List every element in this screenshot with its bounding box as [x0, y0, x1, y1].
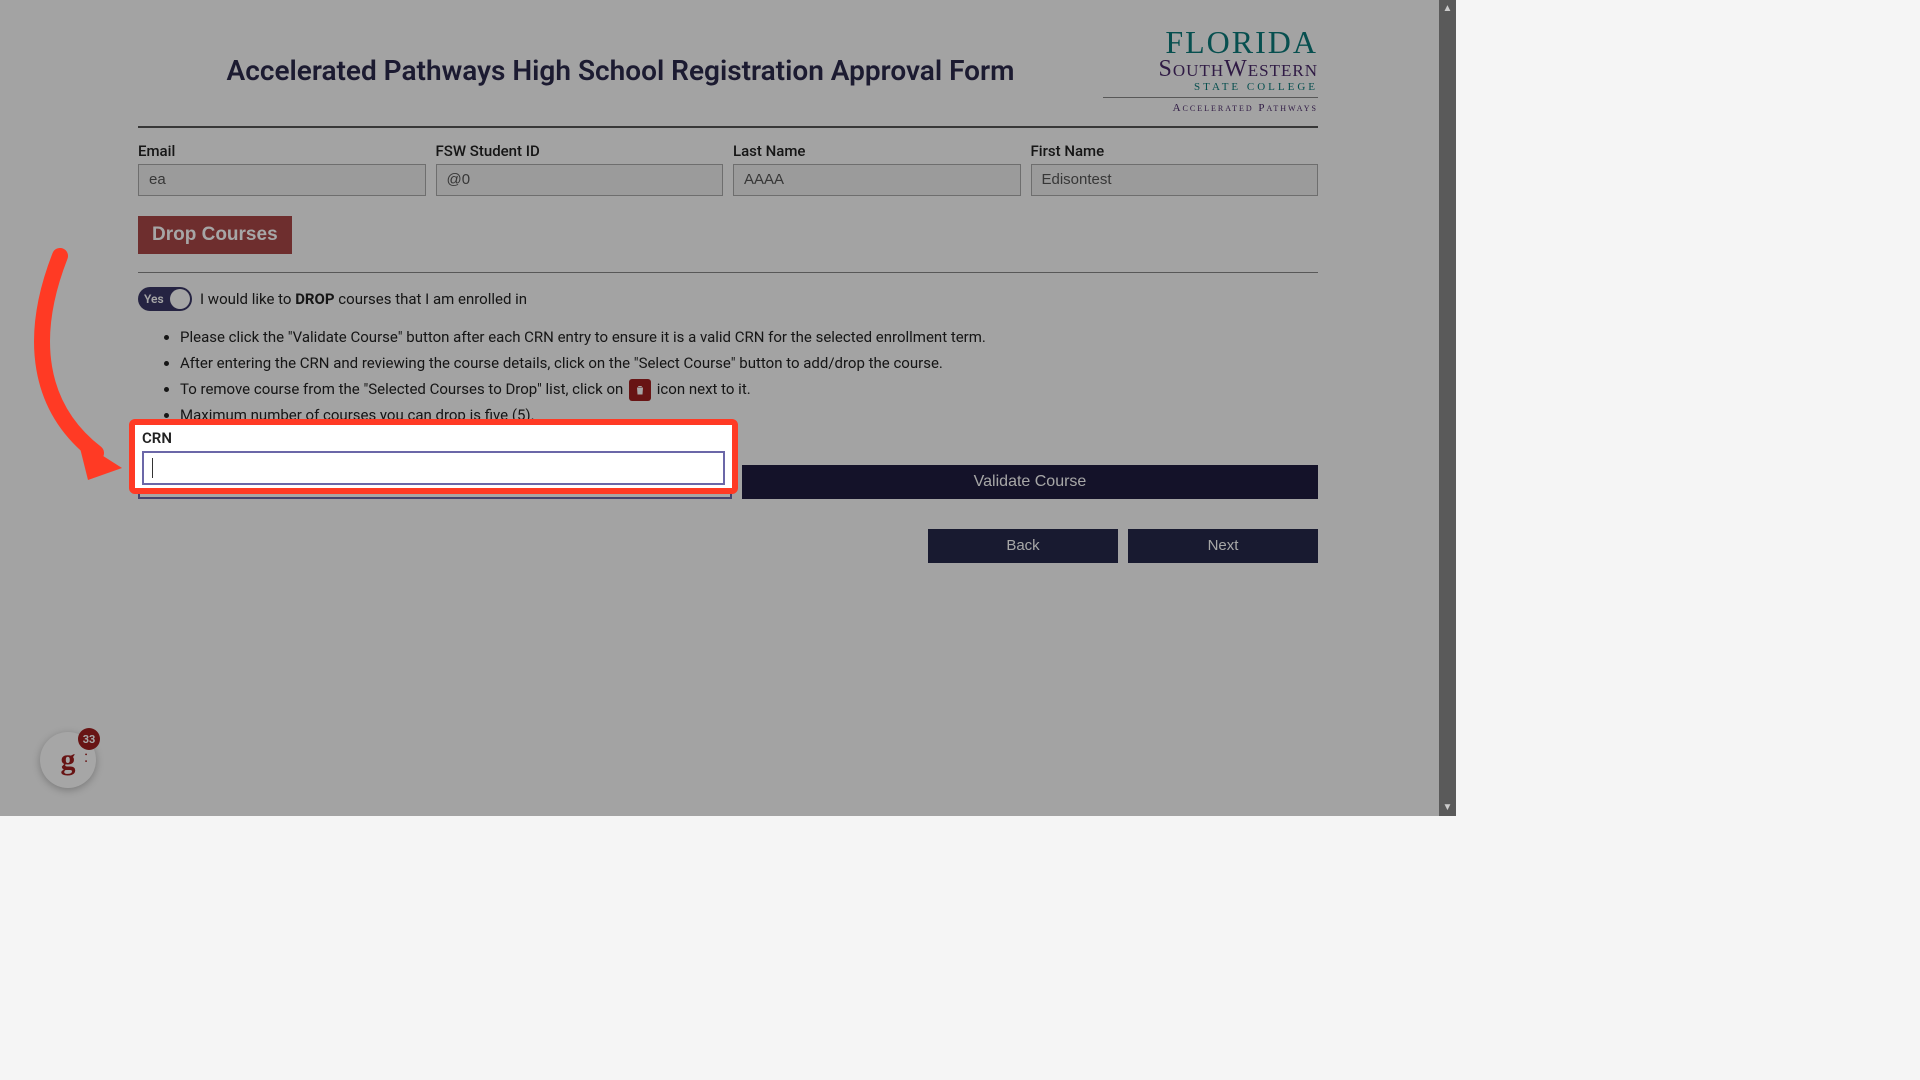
back-button[interactable]: Back — [928, 529, 1118, 563]
fsw-logo: FLORIDA SouthWestern STATE COLLEGE Accel… — [1103, 28, 1318, 114]
toggle-knob — [170, 289, 190, 309]
logo-line4: Accelerated Pathways — [1103, 97, 1318, 114]
student-id-field[interactable] — [436, 164, 724, 196]
drop-courses-button[interactable]: Drop Courses — [138, 216, 292, 254]
divider — [138, 272, 1318, 273]
scrollbar[interactable]: ▲ ▼ — [1439, 0, 1456, 816]
instructions-list: Please click the "Validate Course" butto… — [180, 325, 1318, 427]
grammarly-widget[interactable]: g : 33 — [40, 732, 96, 788]
last-name-field[interactable] — [733, 164, 1021, 196]
student-id-label: FSW Student ID — [436, 142, 724, 160]
instruction-item: To remove course from the "Selected Cour… — [180, 377, 1318, 401]
header: Accelerated Pathways High School Registr… — [138, 0, 1318, 120]
logo-line1: FLORIDA — [1103, 28, 1318, 57]
first-name-field[interactable] — [1031, 164, 1319, 196]
crn-input[interactable] — [138, 465, 732, 499]
instruction-item: Please click the "Validate Course" butto… — [180, 325, 1318, 349]
email-field[interactable] — [138, 164, 426, 196]
divider — [138, 126, 1318, 128]
trash-icon — [629, 379, 651, 401]
next-button[interactable]: Next — [1128, 529, 1318, 563]
page-title: Accelerated Pathways High School Registr… — [138, 28, 1103, 87]
instruction-item: After entering the CRN and reviewing the… — [180, 351, 1318, 375]
crn-label: CRN — [138, 443, 732, 461]
toggle-state-text: Yes — [144, 292, 164, 306]
email-label: Email — [138, 142, 426, 160]
drop-toggle[interactable]: Yes — [138, 287, 192, 311]
logo-line3: STATE COLLEGE — [1103, 81, 1318, 93]
instruction-item: Maximum number of courses you can drop i… — [180, 403, 1318, 427]
last-name-label: Last Name — [733, 142, 1021, 160]
grammarly-icon: g — [61, 743, 76, 777]
logo-line2: SouthWestern — [1103, 57, 1318, 81]
scroll-up-icon[interactable]: ▲ — [1439, 0, 1456, 17]
grammarly-badge: 33 — [78, 728, 100, 750]
scroll-down-icon[interactable]: ▼ — [1439, 799, 1456, 816]
validate-course-button[interactable]: Validate Course — [742, 465, 1318, 499]
toggle-description: I would like to DROP courses that I am e… — [200, 290, 527, 308]
first-name-label: First Name — [1031, 142, 1319, 160]
